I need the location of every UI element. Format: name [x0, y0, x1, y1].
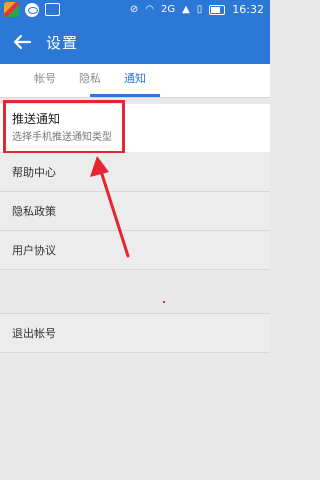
active-tab-indicator: [90, 94, 160, 97]
vibrate-icon: ▯: [196, 3, 203, 15]
no-signal-icon: ⊘: [129, 3, 139, 15]
logout-label: 退出帐号: [12, 327, 56, 340]
image-icon: [45, 3, 60, 16]
title-bar: 设置: [0, 20, 270, 64]
section-gap: [0, 270, 270, 313]
menu-item-label: 用户协议: [12, 244, 56, 257]
menu-item-label: 帮助中心: [12, 166, 56, 179]
highlight-box: [3, 100, 125, 154]
status-bar: ⊘ ◠ 2G ▲ ▯ 16:32: [0, 0, 270, 20]
wifi-icon: ◠: [145, 3, 154, 15]
annotation-dot: [163, 301, 165, 303]
network-type: 2G: [160, 3, 176, 15]
tab-notifications[interactable]: 通知: [90, 64, 180, 97]
clock: 16:32: [232, 3, 264, 16]
messenger-icon: [25, 2, 39, 17]
signal-icon: ▲: [182, 3, 190, 15]
white-background-patch: [126, 118, 166, 138]
menu-item-user-agreement[interactable]: 用户协议: [0, 231, 270, 270]
app-launcher-icon: [4, 2, 19, 17]
menu-item-help[interactable]: 帮助中心: [0, 153, 270, 192]
menu-item-label: 隐私政策: [12, 205, 56, 218]
battery-icon: [209, 4, 226, 15]
back-arrow-icon[interactable]: [10, 30, 34, 54]
page-title: 设置: [46, 34, 79, 52]
logout-button[interactable]: 退出帐号: [0, 313, 270, 353]
tab-bar: 帐号 隐私 通知: [0, 64, 270, 98]
menu-item-privacy-policy[interactable]: 隐私政策: [0, 192, 270, 231]
